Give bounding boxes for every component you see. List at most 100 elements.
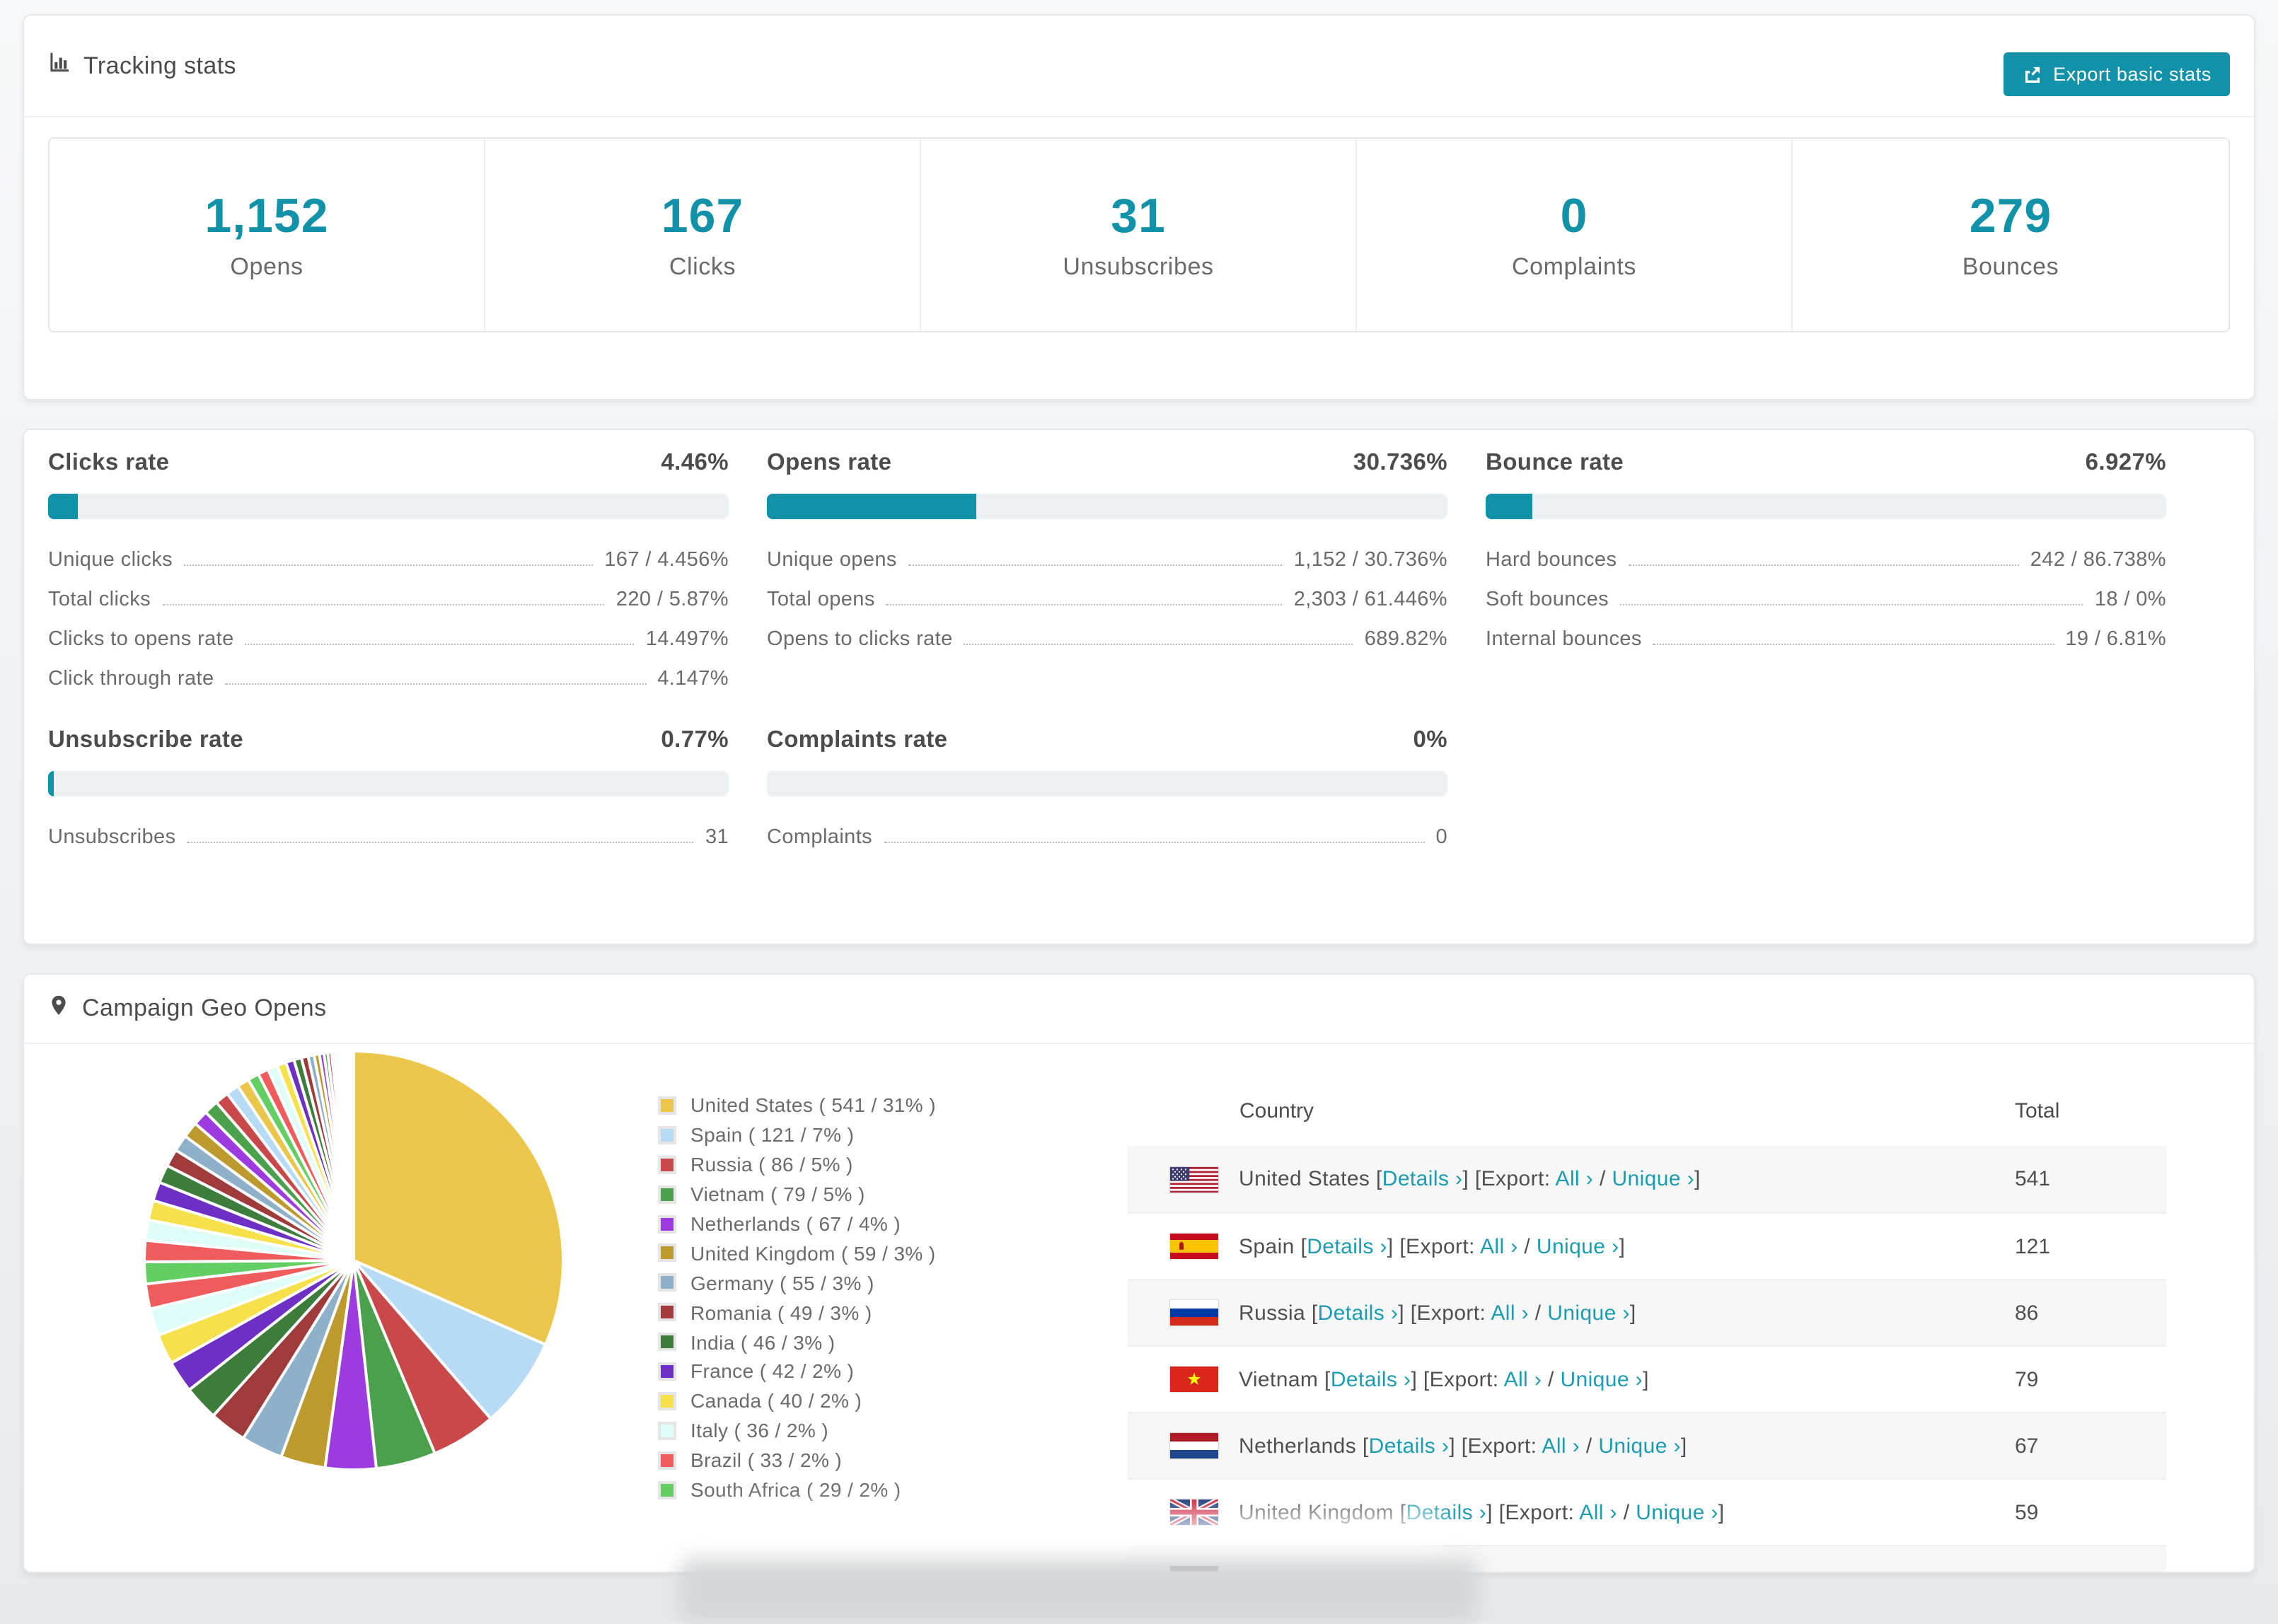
details-link[interactable]: Details › xyxy=(1307,1234,1387,1258)
table-row: United States [Details ›] [Export: All ›… xyxy=(1128,1146,2166,1212)
country-cell: Netherlands [Details ›] [Export: All › /… xyxy=(1239,1434,1687,1458)
rate-row-label: Soft bounces xyxy=(1486,588,1609,611)
export-all-link[interactable]: All › xyxy=(1579,1500,1617,1524)
export-all-link[interactable]: All › xyxy=(1504,1367,1542,1391)
export-all-link[interactable]: All › xyxy=(1556,1167,1594,1191)
details-link[interactable]: Details › xyxy=(1382,1167,1463,1191)
stat-label: Clicks xyxy=(669,253,736,279)
rates-card: Clicks rate 4.46% Unique clicks 167 / 4.456… xyxy=(23,429,2255,945)
export-all-link[interactable]: All › xyxy=(1480,1234,1518,1258)
details-link[interactable]: Details › xyxy=(1331,1367,1411,1391)
legend-label: Vietnam ( 79 / 5% ) xyxy=(690,1183,865,1206)
export-unique-link[interactable]: Unique › xyxy=(1636,1500,1718,1524)
rate-row-value: 167 / 4.456% xyxy=(604,549,729,572)
rate-row-label: Complaints xyxy=(767,826,873,849)
export-unique-link[interactable]: Unique › xyxy=(1598,1434,1681,1458)
rate-row: Unsubscribes 31 xyxy=(48,813,729,853)
campaign-geo-opens-card: Campaign Geo Opens United States ( 541 /… xyxy=(23,973,2255,1573)
total-cell: 86 xyxy=(2015,1301,2039,1325)
stat-value: 31 xyxy=(1111,189,1166,243)
legend-swatch xyxy=(658,1451,676,1470)
rate-value: 0.77% xyxy=(661,727,729,753)
page: Tracking stats Export basic stats 1,152 O… xyxy=(0,0,2278,1624)
export-icon xyxy=(2022,64,2043,85)
legend-label: Germany ( 55 / 3% ) xyxy=(690,1271,874,1294)
country-cell: Spain [Details ›] [Export: All › / Uniqu… xyxy=(1239,1234,1626,1258)
dotted-leader xyxy=(1653,644,2054,645)
rate-row: Unique clicks 167 / 4.456% xyxy=(48,536,729,576)
export-unique-link[interactable]: Unique › xyxy=(1547,1301,1630,1325)
legend-item: Netherlands ( 67 / 4% ) xyxy=(658,1209,936,1239)
legend-item: Spain ( 121 / 7% ) xyxy=(658,1120,936,1150)
rate-row-label: Click through rate xyxy=(48,668,214,690)
progress-bar-track xyxy=(48,494,729,519)
rate-row-value: 220 / 5.87% xyxy=(615,588,729,611)
stat-cell: 31 Unsubscribes xyxy=(921,139,1357,331)
stat-cell: 167 Clicks xyxy=(485,139,921,331)
legend-item: Germany ( 55 / 3% ) xyxy=(658,1268,936,1298)
rate-rows: Unsubscribes 31 xyxy=(48,813,729,853)
rate-title: Bounce rate xyxy=(1486,450,1624,475)
legend-label: Romania ( 49 / 3% ) xyxy=(690,1301,872,1324)
export-unique-link[interactable]: Unique › xyxy=(1612,1167,1694,1191)
details-link[interactable]: Details › xyxy=(1369,1434,1450,1458)
dotted-leader xyxy=(162,604,605,605)
rate-row: Unique opens 1,152 / 30.736% xyxy=(767,536,1447,576)
dotted-leader xyxy=(884,842,1425,843)
country-cell: United States [Details ›] [Export: All ›… xyxy=(1239,1167,1701,1191)
dotted-leader xyxy=(225,683,647,685)
rate-section-header: Unsubscribe rate 0.77% xyxy=(48,727,729,754)
rate-row: Complaints 0 xyxy=(767,813,1447,853)
legend-swatch xyxy=(658,1273,676,1292)
rate-title: Clicks rate xyxy=(48,450,170,475)
legend-label: United Kingdom ( 59 / 3% ) xyxy=(690,1241,936,1265)
export-all-link[interactable]: All › xyxy=(1542,1434,1580,1458)
geo-card-header: Campaign Geo Opens xyxy=(24,975,2254,1044)
legend-label: India ( 46 / 3% ) xyxy=(690,1330,836,1354)
export-basic-stats-button[interactable]: Export basic stats xyxy=(2004,52,2230,96)
export-unique-link[interactable]: Unique › xyxy=(1537,1234,1619,1258)
legend-item: Romania ( 49 / 3% ) xyxy=(658,1297,936,1327)
stats-grid: 1,152 Opens 167 Clicks 31 Unsubscribes 0 Compla… xyxy=(48,137,2230,332)
rate-row: Soft bounces 18 / 0% xyxy=(1486,576,2166,615)
rate-row-value: 1,152 / 30.736% xyxy=(1293,549,1447,572)
legend-item: India ( 46 / 3% ) xyxy=(658,1327,936,1357)
rate-row-value: 0 xyxy=(1435,826,1447,849)
pie-slice[interactable] xyxy=(351,1049,355,1262)
legend-swatch xyxy=(658,1096,676,1115)
rate-row-value: 19 / 6.81% xyxy=(2065,628,2166,651)
rate-value: 6.927% xyxy=(2085,450,2166,475)
tracking-stats-header: Tracking stats xyxy=(24,16,2254,117)
table-row: Russia [Details ›] [Export: All › / Uniq… xyxy=(1128,1279,2166,1345)
legend-swatch xyxy=(658,1480,676,1500)
export-unique-link[interactable]: Unique › xyxy=(1560,1367,1643,1391)
page-scrollbar-artifact xyxy=(679,1559,1479,1624)
progress-bar-fill xyxy=(767,494,976,519)
stat-label: Opens xyxy=(230,253,303,279)
dotted-leader xyxy=(1620,604,2083,605)
legend-item: Vietnam ( 79 / 5% ) xyxy=(658,1179,936,1209)
rate-title: Opens rate xyxy=(767,450,892,475)
rate-rows: Unique clicks 167 / 4.456% Total clicks 220… xyxy=(48,536,729,695)
dotted-leader xyxy=(245,644,635,645)
rate-row-label: Unsubscribes xyxy=(48,826,176,849)
rate-section: Unsubscribe rate 0.77% Unsubscribes 31 xyxy=(48,727,729,853)
rate-row-label: Opens to clicks rate xyxy=(767,628,953,651)
progress-bar-track xyxy=(767,771,1447,796)
dotted-leader xyxy=(886,604,1283,605)
legend-item: United Kingdom ( 59 / 3% ) xyxy=(658,1239,936,1268)
geo-pie-legend: United States ( 541 / 31% ) Spain ( 121 /… xyxy=(658,1091,936,1504)
export-basic-stats-label: Export basic stats xyxy=(2053,64,2211,85)
legend-item: Canada ( 40 / 2% ) xyxy=(658,1386,936,1416)
legend-swatch xyxy=(658,1185,676,1204)
export-all-link[interactable]: All › xyxy=(1491,1301,1529,1325)
rate-section-header: Complaints rate 0% xyxy=(767,727,1447,754)
rate-section-header: Clicks rate 4.46% xyxy=(48,450,729,477)
geo-pie-chart xyxy=(142,1049,565,1471)
legend-item: France ( 42 / 2% ) xyxy=(658,1357,936,1386)
stat-value: 279 xyxy=(1969,189,2052,243)
dotted-leader xyxy=(184,564,594,566)
details-link[interactable]: Details › xyxy=(1318,1301,1399,1325)
legend-label: Spain ( 121 / 7% ) xyxy=(690,1123,855,1147)
legend-label: Russia ( 86 / 5% ) xyxy=(690,1153,853,1176)
